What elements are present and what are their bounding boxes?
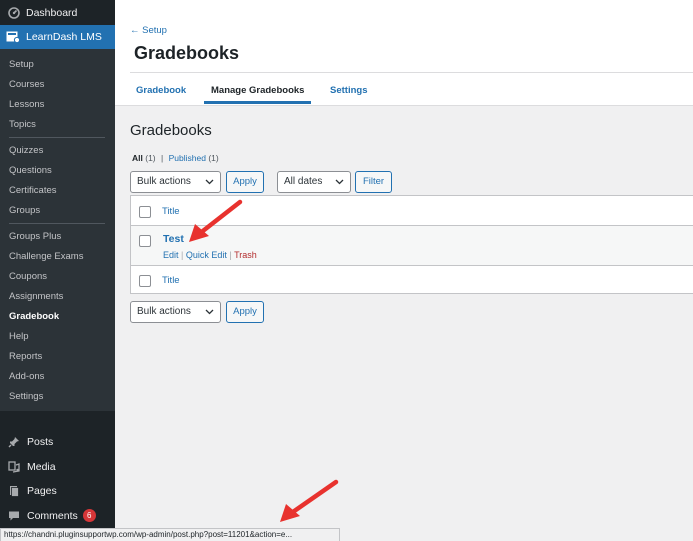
submenu-item[interactable]: Coupons [0, 267, 115, 287]
view-all-count: (1) [145, 153, 156, 163]
sidebar-item-label: Posts [27, 436, 54, 449]
sidebar-item-label: Media [27, 460, 56, 473]
pages-icon [8, 485, 20, 498]
submenu-item[interactable]: Add-ons [0, 367, 115, 387]
quick-edit-link[interactable]: Quick Edit [186, 250, 227, 260]
column-title-header[interactable]: Title [162, 206, 180, 217]
status-views: All (1) | Published (1) [132, 153, 219, 163]
bulk-actions-select-top[interactable]: Bulk actions [130, 171, 221, 193]
view-all-link[interactable]: All [132, 153, 143, 163]
chevron-down-icon [204, 174, 214, 190]
submenu-item[interactable]: Settings [0, 387, 115, 407]
view-published-count: (1) [208, 153, 219, 163]
bulk-actions-value: Bulk actions [137, 176, 191, 187]
pin-icon [8, 436, 20, 448]
trash-link[interactable]: Trash [234, 250, 257, 260]
submenu-item[interactable]: Quizzes [0, 141, 115, 161]
select-all-checkbox-bottom[interactable] [139, 275, 151, 287]
submenu-item[interactable]: Questions [0, 161, 115, 181]
submenu-item[interactable]: Help [0, 327, 115, 347]
media-icon [8, 461, 20, 473]
apply-button-bottom[interactable]: Apply [226, 301, 264, 323]
table-footer-row: Title [131, 265, 693, 294]
submenu-item[interactable]: Setup [0, 55, 115, 75]
sidebar-item-label: Comments [27, 509, 78, 522]
active-tab-indicator [204, 101, 311, 104]
comments-count-badge: 6 [82, 509, 96, 523]
sidebar-item-posts[interactable]: Posts [0, 430, 115, 455]
browser-status-url: https://chandni.pluginsupportwp.com/wp-a… [0, 528, 340, 541]
sidebar-item-label: LearnDash LMS [26, 31, 102, 43]
apply-button-top[interactable]: Apply [226, 171, 264, 193]
edit-link[interactable]: Edit [163, 250, 179, 260]
table-header-row: Title [131, 196, 693, 226]
tabs-divider [130, 72, 693, 73]
submenu-item[interactable]: Groups [0, 201, 115, 221]
bulk-actions-select-bottom[interactable]: Bulk actions [130, 301, 221, 323]
chevron-down-icon [204, 304, 214, 320]
sidebar-bottom-menu: Posts Media Pages Comments 6 [0, 430, 115, 528]
view-separator: | [161, 153, 164, 163]
learndash-submenu: Setup Courses Lessons Topics Quizzes Que… [0, 49, 115, 411]
sidebar-item-learndash[interactable]: LearnDash LMS [0, 25, 115, 49]
page-header: ← Setup Gradebooks Gradebook Manage Grad… [115, 0, 693, 106]
sidebar-item-label: Pages [27, 485, 57, 498]
submenu-divider [9, 137, 105, 138]
submenu-item[interactable]: Assignments [0, 287, 115, 307]
select-all-checkbox[interactable] [139, 206, 151, 218]
tab-settings[interactable]: Settings [330, 85, 367, 96]
date-filter-select[interactable]: All dates [277, 171, 351, 193]
submenu-item-current[interactable]: Gradebook [0, 307, 115, 327]
submenu-item[interactable]: Topics [0, 115, 115, 135]
submenu-item[interactable]: Groups Plus [0, 227, 115, 247]
action-separator: | [181, 250, 184, 260]
submenu-divider [9, 223, 105, 224]
dashboard-icon [8, 7, 20, 19]
learndash-icon [6, 30, 20, 44]
main-content: Gradebooks All (1) | Published (1) Bulk … [115, 106, 693, 541]
back-to-setup-link[interactable]: ← Setup [130, 25, 167, 36]
column-title-footer[interactable]: Title [162, 275, 180, 286]
submenu-item[interactable]: Lessons [0, 95, 115, 115]
gradebooks-table: Title Test Edit | Quick Edit | Trash Tit… [130, 195, 693, 294]
sidebar-item-pages[interactable]: Pages [0, 479, 115, 504]
bulk-actions-value: Bulk actions [137, 306, 191, 317]
row-checkbox[interactable] [139, 235, 151, 247]
tab-gradebook[interactable]: Gradebook [136, 85, 186, 96]
tab-manage-gradebooks[interactable]: Manage Gradebooks [211, 85, 304, 96]
sidebar-item-comments[interactable]: Comments 6 [0, 504, 115, 529]
submenu-item[interactable]: Courses [0, 75, 115, 95]
comment-icon [8, 510, 20, 522]
sidebar-item-label: Dashboard [26, 7, 78, 19]
date-filter-value: All dates [284, 176, 323, 187]
submenu-item[interactable]: Reports [0, 347, 115, 367]
sidebar-item-dashboard[interactable]: Dashboard [0, 2, 115, 24]
sidebar-item-media[interactable]: Media [0, 455, 115, 480]
row-title-link[interactable]: Test [163, 233, 184, 245]
admin-sidebar: Dashboard LearnDash LMS Setup Courses Le… [0, 0, 115, 541]
row-actions: Edit | Quick Edit | Trash [163, 250, 257, 260]
filter-button[interactable]: Filter [355, 171, 392, 193]
submenu-item[interactable]: Challenge Exams [0, 247, 115, 267]
chevron-down-icon [334, 174, 344, 190]
submenu-item[interactable]: Certificates [0, 181, 115, 201]
view-published-link[interactable]: Published [169, 153, 206, 163]
table-row: Test Edit | Quick Edit | Trash [131, 226, 693, 266]
page-title: Gradebooks [134, 43, 240, 63]
list-heading: Gradebooks [130, 122, 212, 139]
action-separator: | [229, 250, 232, 260]
